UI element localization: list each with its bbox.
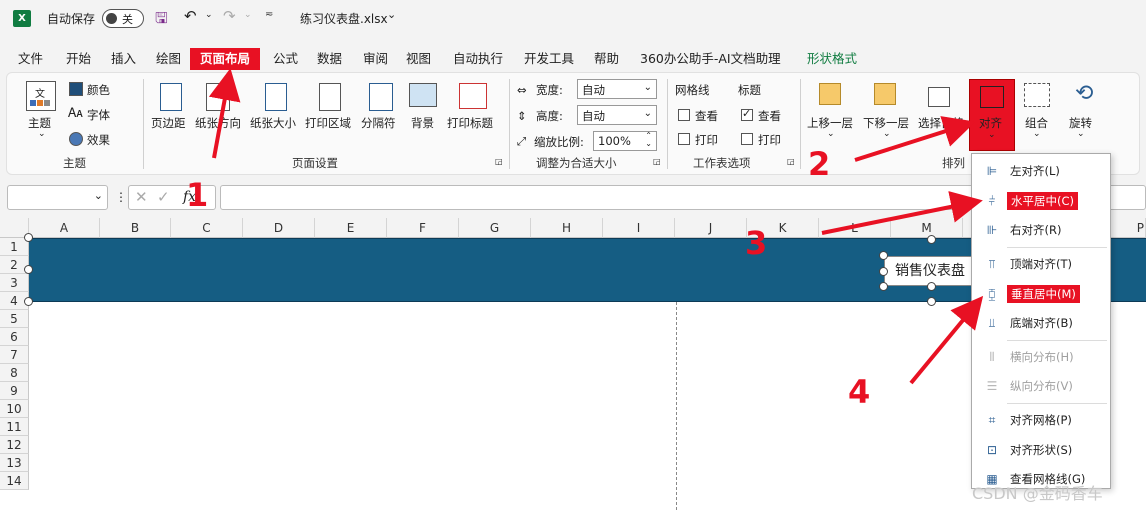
excel-window: X 自动保存 关 🖫 ↶ ⌄ ↷ ⌄ ≂ 练习仪表盘.xlsx ⌄ 文件 开始 … (0, 0, 1146, 510)
arrow-3 (821, 191, 983, 235)
annotation-number: 1 (186, 176, 209, 214)
arrow-1 (208, 68, 241, 159)
annotation-arrows (208, 68, 984, 385)
arrow-2 (854, 116, 976, 162)
arrow-4 (909, 295, 984, 385)
watermark: CSDN @金码香车 (972, 484, 1103, 503)
annotation-number: 4 (848, 373, 871, 411)
annotation-number: 3 (745, 224, 768, 262)
annotation-number: 2 (808, 145, 831, 183)
